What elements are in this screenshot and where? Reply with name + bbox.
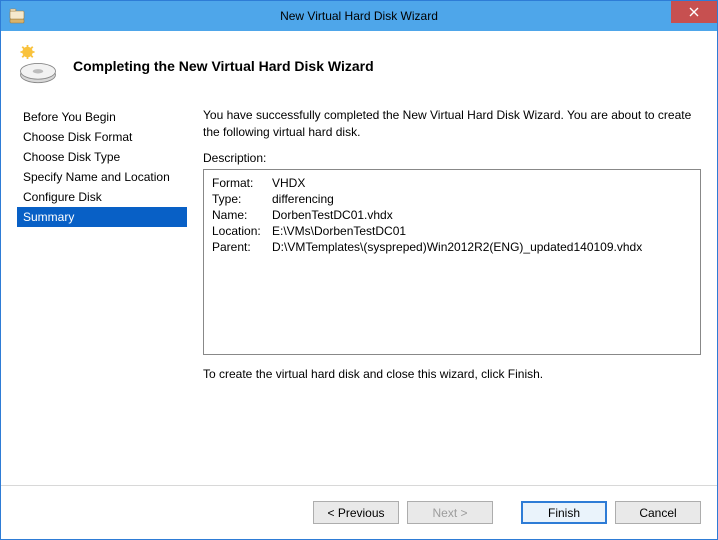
description-value: D:\VMTemplates\(syspreped)Win2012R2(ENG)… — [272, 240, 692, 254]
finish-button[interactable]: Finish — [521, 501, 607, 524]
sidebar-item[interactable]: Before You Begin — [17, 107, 187, 127]
app-icon — [9, 8, 25, 24]
wizard-footer: < Previous Next > Finish Cancel — [1, 485, 717, 539]
hard-disk-icon — [17, 45, 59, 87]
description-key: Format: — [212, 176, 272, 190]
description-box: Format:VHDXType:differencingName:DorbenT… — [203, 169, 701, 355]
wizard-body: Before You BeginChoose Disk FormatChoose… — [1, 93, 717, 485]
description-value: E:\VMs\DorbenTestDC01 — [272, 224, 692, 238]
description-row: Name:DorbenTestDC01.vhdx — [212, 208, 692, 222]
description-key: Type: — [212, 192, 272, 206]
description-row: Format:VHDX — [212, 176, 692, 190]
description-value: differencing — [272, 192, 692, 206]
cancel-button[interactable]: Cancel — [615, 501, 701, 524]
titlebar: New Virtual Hard Disk Wizard — [1, 1, 717, 31]
sidebar-item[interactable]: Summary — [17, 207, 187, 227]
intro-text: You have successfully completed the New … — [203, 107, 701, 141]
description-value: DorbenTestDC01.vhdx — [272, 208, 692, 222]
description-row: Parent:D:\VMTemplates\(syspreped)Win2012… — [212, 240, 692, 254]
previous-button[interactable]: < Previous — [313, 501, 399, 524]
description-label: Description: — [203, 151, 701, 165]
description-row: Location:E:\VMs\DorbenTestDC01 — [212, 224, 692, 238]
next-button[interactable]: Next > — [407, 501, 493, 524]
window-title: New Virtual Hard Disk Wizard — [1, 9, 717, 23]
instruction-text: To create the virtual hard disk and clos… — [203, 367, 701, 381]
wizard-header: Completing the New Virtual Hard Disk Wiz… — [1, 31, 717, 93]
description-value: VHDX — [272, 176, 692, 190]
wizard-sidebar: Before You BeginChoose Disk FormatChoose… — [17, 107, 187, 477]
description-key: Location: — [212, 224, 272, 238]
wizard-window: New Virtual Hard Disk Wizard — [0, 0, 718, 540]
description-row: Type:differencing — [212, 192, 692, 206]
description-key: Name: — [212, 208, 272, 222]
sidebar-item[interactable]: Choose Disk Type — [17, 147, 187, 167]
close-button[interactable] — [671, 1, 717, 23]
sidebar-item[interactable]: Choose Disk Format — [17, 127, 187, 147]
description-key: Parent: — [212, 240, 272, 254]
sidebar-item[interactable]: Specify Name and Location — [17, 167, 187, 187]
wizard-content: You have successfully completed the New … — [187, 107, 701, 477]
sidebar-item[interactable]: Configure Disk — [17, 187, 187, 207]
page-title: Completing the New Virtual Hard Disk Wiz… — [73, 58, 374, 74]
